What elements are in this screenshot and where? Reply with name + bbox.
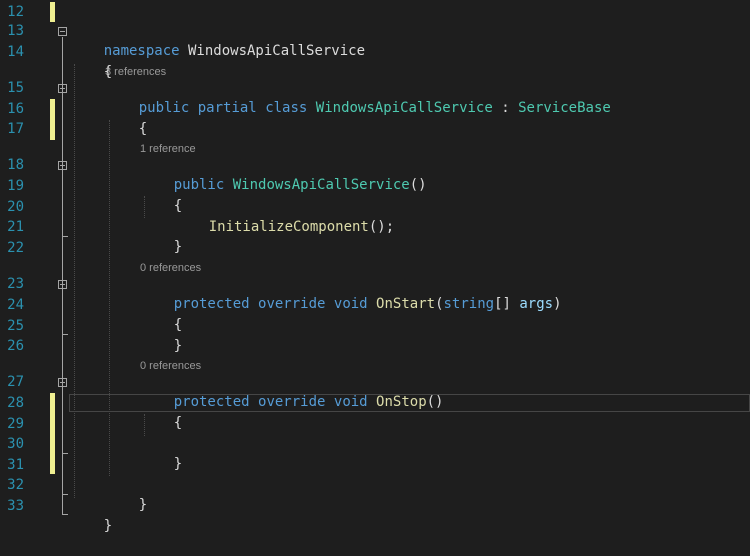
brace: }	[173, 456, 183, 472]
line-number: 31	[7, 457, 24, 473]
keyword: void	[333, 296, 368, 312]
outline-line	[62, 37, 63, 515]
line-number: 25	[7, 318, 24, 334]
keyword: class	[265, 100, 308, 116]
brace: {	[138, 121, 148, 137]
line-number: 13	[7, 23, 24, 39]
class-name: WindowsApiCallService	[315, 100, 493, 116]
outline-line	[62, 494, 68, 495]
collapse-constructor-icon[interactable]	[58, 161, 67, 170]
indent-guide	[109, 120, 110, 476]
brace: }	[103, 518, 113, 534]
line-number: 32	[7, 477, 24, 493]
code-line[interactable]: public partial class WindowsApiCallServi…	[105, 78, 611, 138]
code-line[interactable]: protected override void OnStop()	[140, 372, 444, 432]
line-number: 15	[7, 80, 24, 96]
method-name: OnStop	[376, 394, 427, 410]
code-line[interactable]: }	[140, 316, 182, 376]
change-marker	[50, 393, 55, 474]
line-number: 22	[7, 240, 24, 256]
line-number: 30	[7, 436, 24, 452]
call-tail: ();	[368, 219, 395, 235]
line-number: 23	[7, 276, 24, 292]
change-marker	[50, 99, 55, 140]
code-line[interactable]: protected override void OnStart(string[]…	[140, 274, 562, 334]
line-number: 20	[7, 199, 24, 215]
parens: ()	[409, 177, 427, 193]
references-lens[interactable]: 1 reference	[140, 142, 196, 156]
line-number: 28	[7, 395, 24, 411]
brace: {	[173, 415, 183, 431]
collapse-namespace-icon[interactable]	[58, 27, 67, 36]
code-line[interactable]: }	[70, 496, 112, 556]
method-name: OnStart	[376, 296, 436, 312]
brackets: []	[494, 296, 520, 312]
outline-line	[62, 453, 68, 454]
line-number: 27	[7, 374, 24, 390]
namespace-name: WindowsApiCallService	[179, 43, 366, 59]
change-marker	[50, 2, 55, 22]
indent-guide	[74, 64, 75, 498]
line-number: 19	[7, 178, 24, 194]
code-line[interactable]: }	[140, 217, 182, 277]
brace: }	[138, 497, 148, 513]
collapse-onstart-icon[interactable]	[58, 280, 67, 289]
line-number: 21	[7, 219, 24, 235]
paren: (	[435, 296, 444, 312]
line-number: 16	[7, 101, 24, 117]
outline-line	[62, 236, 68, 237]
line-number: 14	[7, 44, 24, 60]
keyword: void	[333, 394, 368, 410]
line-number: 17	[7, 121, 24, 137]
keyword: string	[443, 296, 495, 312]
base-class-name: ServiceBase	[518, 100, 611, 116]
code-editor[interactable]: 12 13 14 15 16 17 18 19 20 21 22 23 24 2…	[0, 0, 750, 534]
line-number: 18	[7, 157, 24, 173]
constructor-name: WindowsApiCallService	[232, 177, 410, 193]
code-line[interactable]: namespace WindowsApiCallService	[70, 21, 365, 81]
keyword: protected	[173, 296, 250, 312]
keyword: partial	[197, 100, 257, 116]
outline-line	[62, 334, 68, 335]
line-number: 26	[7, 338, 24, 354]
outline-line	[62, 514, 68, 515]
method-call: InitializeComponent	[208, 219, 369, 235]
line-number: 12	[7, 4, 24, 20]
line-number: 29	[7, 416, 24, 432]
paren: )	[553, 296, 562, 312]
keyword: namespace	[103, 43, 180, 59]
parens: ()	[426, 394, 444, 410]
line-number: 33	[7, 498, 24, 514]
keyword: protected	[173, 394, 250, 410]
brace: }	[173, 239, 183, 255]
parameter-name: args	[519, 296, 554, 312]
keyword: override	[258, 394, 326, 410]
code-line[interactable]: InitializeComponent();	[175, 197, 394, 257]
collapse-onstop-icon[interactable]	[58, 378, 67, 387]
collapse-class-icon[interactable]	[58, 84, 67, 93]
colon: :	[492, 100, 519, 116]
code-line[interactable]: {	[105, 99, 147, 159]
brace: }	[173, 338, 183, 354]
line-number: 24	[7, 297, 24, 313]
keyword: override	[258, 296, 326, 312]
